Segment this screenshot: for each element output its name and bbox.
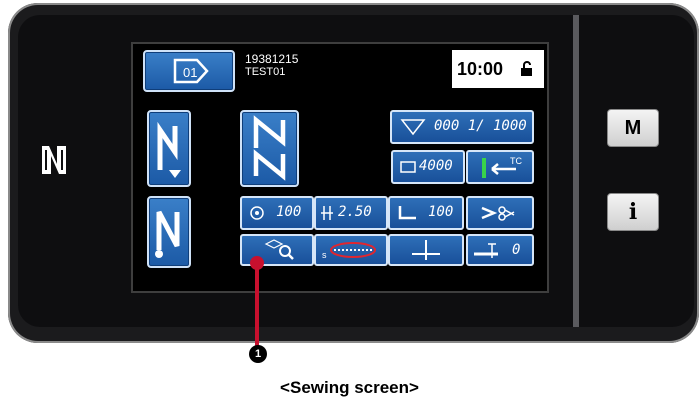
bobbin-counter-value: 4000 [419,158,453,174]
callout-dot [250,256,264,270]
stitch-length-button[interactable]: 2.50 [314,196,388,230]
feed-button[interactable]: s [314,234,388,266]
speed-button[interactable]: 100 [240,196,314,230]
speed-icon [250,206,264,220]
stitch-length-icon [321,206,333,220]
callout-line [255,267,259,349]
presser-value: 100 [428,204,454,220]
speed-value: 100 [276,204,302,220]
info-button-label: i [628,199,638,225]
m-button[interactable]: M [607,109,659,147]
presser-foot-icon [398,206,416,220]
reverse-stitch-end-button[interactable] [147,196,191,268]
needle-icon [412,240,440,260]
panel-divider [573,15,579,327]
scissors-icon [481,206,515,221]
needle-count-button[interactable]: 0 [466,234,534,266]
feed-icon: s [322,242,376,260]
stitch-pattern-button[interactable] [240,110,299,187]
pattern-arrow-icon: 01 [173,58,209,84]
callout-marker: 1 [249,345,267,363]
pattern-name: TEST01 [245,66,286,78]
counter-button[interactable]: 000 1/ 1000 [390,110,534,144]
nfc-icon [42,146,66,174]
thread-clamp-icon: TC [482,156,522,178]
needle-count-icon [474,243,498,258]
pattern-number: 19381215 [245,52,299,66]
figure-caption: <Sewing screen> [280,378,419,397]
counter-value: 000 1/ 1000 [434,118,527,134]
bobbin-icon [400,161,416,173]
needle-count-value: 0 [512,242,521,258]
svg-text:01: 01 [183,65,197,80]
clock: 10:00 [457,59,504,79]
bobbin-counter-button[interactable]: 4000 [391,150,465,184]
pattern-select-button[interactable]: 01 [143,50,235,92]
svg-text:s: s [322,250,327,260]
reverse-stitch-end-icon [155,210,180,258]
needle-position-button[interactable] [388,234,464,266]
zigzag-icon [253,115,286,181]
reverse-stitch-start-button[interactable] [147,110,191,187]
lock-icon[interactable] [519,61,535,77]
m-button-label: M [624,117,642,139]
counter-icon [400,119,426,136]
thread-trim-button[interactable] [466,196,534,230]
svg-text:TC: TC [510,156,522,166]
presser-button[interactable]: 100 [388,196,464,230]
info-button[interactable]: i [607,193,659,231]
thread-clamp-button[interactable]: TC [466,150,534,184]
stitch-length-value: 2.50 [338,204,372,220]
reverse-stitch-icon [157,121,181,178]
